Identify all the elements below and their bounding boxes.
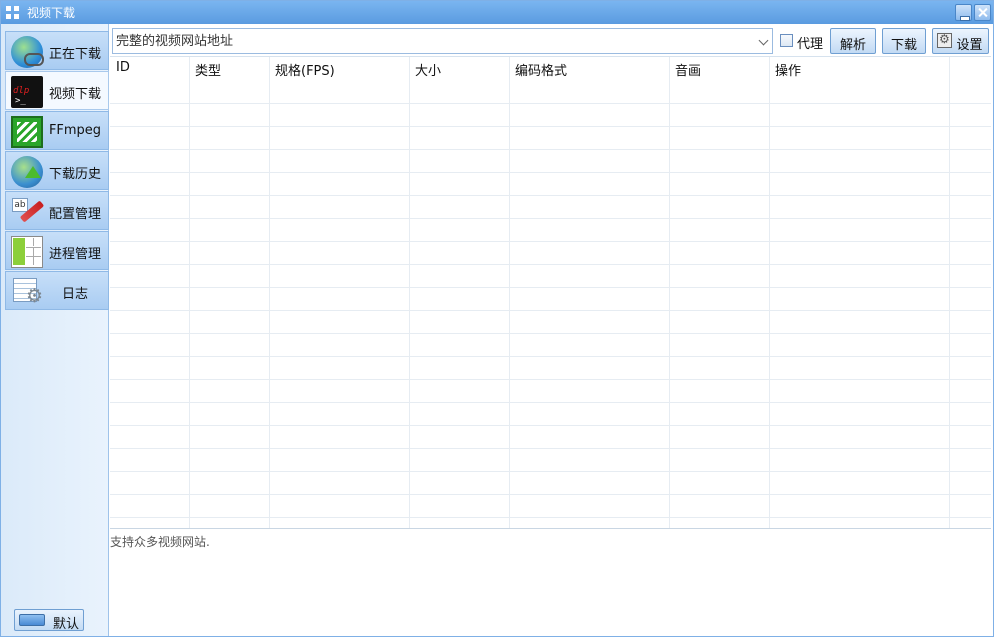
sidebar-item-label: 配置管理 [48, 207, 101, 222]
row-divider [110, 471, 991, 472]
row-divider [110, 448, 991, 449]
row-divider [110, 425, 991, 426]
globe-upload-icon [11, 156, 43, 188]
dlp-icon-prompt: >_ [15, 96, 26, 106]
column-header-action[interactable]: 操作 [775, 60, 801, 79]
sidebar-item-label: 下载历史 [48, 167, 101, 182]
column-header-av[interactable]: 音画 [675, 60, 701, 79]
chevron-down-icon[interactable] [758, 35, 769, 46]
row-divider [110, 287, 991, 288]
column-divider [769, 57, 770, 528]
column-divider [409, 57, 410, 528]
edit-text-icon: ab [11, 196, 43, 228]
row-divider [110, 172, 991, 173]
theme-default-button[interactable]: 默认 [14, 609, 84, 632]
sidebar-item-label: 日志 [61, 287, 88, 302]
row-divider [110, 218, 991, 219]
proxy-label[interactable]: 代理 [797, 33, 823, 52]
column-divider [949, 57, 950, 528]
column-divider [189, 57, 190, 528]
parse-button-label: 解析 [839, 38, 866, 53]
row-divider [110, 379, 991, 380]
column-divider [669, 57, 670, 528]
column-header-spec[interactable]: 规格(FPS) [275, 60, 335, 79]
yt-dlp-icon: >_ dlp [11, 76, 43, 108]
parse-button[interactable]: 解析 [830, 28, 876, 54]
minimize-button[interactable] [955, 4, 972, 21]
sidebar-item-label: 正在下载 [48, 47, 101, 62]
row-divider [110, 241, 991, 242]
table-header: ID 类型 规格(FPS) 大小 编码格式 音画 操作 [110, 57, 991, 80]
globe-chain-icon [11, 36, 44, 68]
sidebar-item-history[interactable]: 下载历史 [5, 151, 109, 190]
sidebar-item-process[interactable]: 进程管理 [5, 231, 109, 270]
row-divider [110, 494, 991, 495]
sidebar-item-label: 视频下载 [48, 87, 101, 102]
settings-button-label: 设置 [956, 38, 983, 53]
column-header-id[interactable]: ID [116, 60, 130, 75]
sidebar-item-ffmpeg[interactable]: FFmpeg [5, 111, 109, 150]
ab-text-box: ab [12, 198, 28, 212]
sidebar-item-log[interactable]: 日志 [5, 271, 109, 310]
dlp-icon-text: dlp [13, 86, 30, 96]
table-divider [110, 528, 991, 529]
theme-default-label: 默认 [53, 617, 80, 632]
download-button-label: 下载 [890, 38, 917, 53]
app-icon [6, 6, 20, 20]
sidebar-item-label: 进程管理 [48, 247, 101, 262]
row-divider [110, 126, 991, 127]
column-header-codec[interactable]: 编码格式 [515, 60, 567, 79]
row-divider [110, 356, 991, 357]
row-divider [110, 310, 991, 311]
proxy-checkbox[interactable] [780, 34, 793, 47]
column-header-type[interactable]: 类型 [195, 60, 221, 79]
url-combobox[interactable] [112, 28, 773, 54]
url-input[interactable] [116, 32, 746, 50]
log-settings-icon [11, 276, 43, 308]
row-divider [110, 333, 991, 334]
close-button[interactable] [974, 4, 991, 21]
ffmpeg-icon [11, 116, 43, 148]
sidebar-item-video-download[interactable]: >_ dlp 视频下载 [5, 71, 109, 110]
column-divider [509, 57, 510, 528]
sidebar: 正在下载 >_ dlp 视频下载 FFmpeg 下载历史 ab 配置管理 进程管理 [1, 24, 109, 636]
sidebar-item-label: FFmpeg [48, 123, 102, 138]
row-divider [110, 264, 991, 265]
title-bar[interactable]: 视频下载 [1, 1, 993, 24]
column-divider [269, 57, 270, 528]
row-divider [110, 149, 991, 150]
row-divider [110, 195, 991, 196]
column-header-size[interactable]: 大小 [415, 60, 441, 79]
row-divider [110, 517, 991, 518]
download-button[interactable]: 下载 [882, 28, 926, 54]
window-title: 视频下载 [27, 6, 76, 20]
process-grid-icon [11, 236, 43, 268]
row-divider [110, 103, 991, 104]
color-swatch-icon [19, 614, 45, 626]
gear-icon [937, 32, 952, 48]
format-table[interactable]: ID 类型 规格(FPS) 大小 编码格式 音画 操作 [110, 56, 991, 528]
settings-button[interactable]: 设置 [932, 28, 989, 54]
sidebar-item-downloading[interactable]: 正在下载 [5, 31, 109, 70]
row-divider [110, 402, 991, 403]
sidebar-item-config[interactable]: ab 配置管理 [5, 191, 109, 230]
status-text: 支持众多视频网站. [110, 535, 210, 549]
main-window: 视频下载 正在下载 >_ dlp 视频下载 FFmpeg 下载历史 ab 配置管理 [0, 0, 994, 637]
